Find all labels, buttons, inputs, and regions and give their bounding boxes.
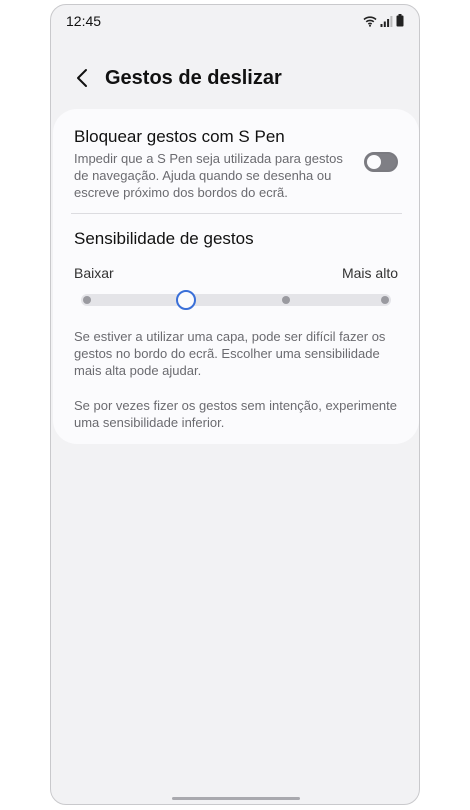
spen-setting-description: Impedir que a S Pen seja utilizada para … [74,151,343,200]
spen-gesture-setting-row[interactable]: Bloquear gestos com S Pen Impedir que a … [53,109,419,213]
settings-card: Bloquear gestos com S Pen Impedir que a … [53,109,419,444]
wifi-icon [363,15,377,27]
page-title: Gestos de deslizar [105,67,282,89]
app-header: Gestos de deslizar [51,57,419,101]
status-time: 12:45 [66,13,102,29]
sensitivity-high-label: Mais alto [341,265,398,281]
toggle-knob [367,155,381,169]
divider [71,213,402,214]
accidental-note-text: Se por vezes fizer os gestos sem intençã… [74,398,397,430]
slider-thumb[interactable] [176,290,197,310]
sensitivity-slider[interactable] [81,290,391,310]
phone-screen: 12:45 Gestos de deslizar Bloquear gestos… [50,4,420,805]
chevron-left-icon [77,69,87,87]
home-indicator[interactable] [172,797,300,800]
status-bar: 12:45 [51,5,419,37]
case-note-text: Se estiver a utilizar uma capa, pode ser… [74,329,386,378]
signal-icon [380,15,393,27]
sensitivity-title: Sensibilidade de gestos [74,229,254,248]
battery-icon [396,14,404,27]
status-icons [363,14,404,27]
back-button[interactable] [69,65,95,91]
slider-step-dot[interactable] [381,296,389,304]
slider-step-dot[interactable] [83,296,91,304]
spen-toggle-switch[interactable] [364,152,398,172]
sensitivity-low-label: Baixar [74,265,114,281]
slider-step-dot[interactable] [281,296,290,304]
slider-track[interactable] [81,294,391,306]
spen-setting-title: Bloquear gestos com S Pen [74,127,285,146]
